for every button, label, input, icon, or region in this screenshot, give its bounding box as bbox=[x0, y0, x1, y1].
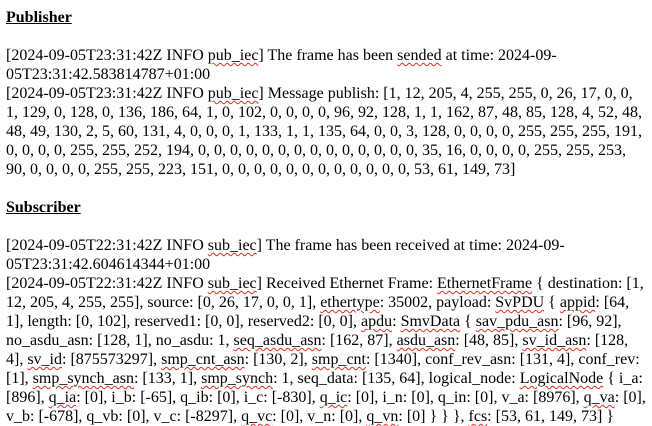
spellcheck-word: smp_synch bbox=[201, 370, 274, 387]
log-text: : [875573297], bbox=[62, 351, 162, 368]
spellcheck-word: ethertype bbox=[320, 294, 380, 311]
log-text: { bbox=[460, 313, 476, 330]
log-text: ] Received Ethernet Frame: bbox=[256, 275, 438, 292]
spellcheck-word: EthernetFrame bbox=[437, 275, 533, 292]
spellcheck-word: q_va bbox=[583, 389, 615, 406]
log-text: { bbox=[544, 294, 560, 311]
publisher-heading: Publisher bbox=[6, 9, 72, 26]
spellcheck-word: sended bbox=[397, 47, 442, 64]
log-line[interactable]: [2024-09-05T23:31:42Z INFO pub_iec] Mess… bbox=[6, 84, 652, 179]
spellcheck-word: SvPDU bbox=[495, 294, 545, 311]
log-line[interactable]: [2024-09-05T23:31:42Z INFO pub_iec] The … bbox=[6, 46, 652, 84]
spellcheck-word: fcs bbox=[468, 408, 488, 425]
subscriber-log: [2024-09-05T22:31:42Z INFO sub_iec] The … bbox=[6, 236, 652, 426]
log-text: : [48, 85], bbox=[455, 332, 523, 349]
subscriber-heading: Subscriber bbox=[6, 199, 81, 216]
spellcheck-word: sub_iec bbox=[207, 237, 257, 254]
log-text: [2024-09-05T22:31:42Z INFO bbox=[6, 237, 208, 254]
document-page: Publisher [2024-09-05T23:31:42Z INFO pub… bbox=[0, 0, 652, 425]
log-line[interactable]: [2024-09-05T22:31:42Z INFO sub_iec] Rece… bbox=[6, 274, 652, 426]
spellcheck-word: asdu_asn bbox=[396, 332, 456, 349]
log-text: : 35002, payload: bbox=[379, 294, 496, 311]
publisher-log: [2024-09-05T23:31:42Z INFO pub_iec] The … bbox=[6, 46, 652, 179]
log-text: [2024-09-05T23:31:42Z INFO bbox=[6, 85, 208, 102]
log-text: [2024-09-05T22:31:42Z INFO bbox=[6, 275, 208, 292]
spellcheck-word: q_vn bbox=[366, 408, 399, 425]
spellcheck-word: LogicalNode bbox=[519, 370, 604, 387]
log-line[interactable]: [2024-09-05T22:31:42Z INFO sub_iec] The … bbox=[6, 236, 652, 274]
spellcheck-word: smp_cnt_asn bbox=[161, 351, 245, 368]
spellcheck-word: seq_asdu_asn bbox=[233, 332, 322, 349]
spellcheck-word: sv_id_asn bbox=[522, 332, 587, 349]
spellcheck-word: q_ic bbox=[319, 389, 348, 406]
log-text: : [0], v_n: [0], bbox=[272, 408, 367, 425]
spellcheck-word: smp_cnt bbox=[311, 351, 366, 368]
log-text: [2024-09-05T23:31:42Z INFO bbox=[6, 47, 208, 64]
log-text: : [133, 1], bbox=[133, 370, 202, 387]
log-text: : [0] } } }, bbox=[398, 408, 469, 425]
log-text: : [130, 2], bbox=[244, 351, 312, 368]
spellcheck-word: smp_synch_asn bbox=[32, 370, 134, 387]
log-text: : [53, 61, 149, 73] } bbox=[487, 408, 614, 425]
log-text: : [162, 87], bbox=[321, 332, 397, 349]
spellcheck-word: appid bbox=[559, 294, 596, 311]
spellcheck-word: sub_iec bbox=[207, 275, 257, 292]
spellcheck-word: apdu bbox=[361, 313, 393, 330]
spellcheck-word: SmvData bbox=[400, 313, 461, 330]
spellcheck-word: pub_iec bbox=[207, 85, 259, 102]
spellcheck-word: q_ia bbox=[48, 389, 77, 406]
log-text: : 1, seq_data: [135, 64], logical_node: bbox=[273, 370, 520, 387]
spellcheck-word: sv_id bbox=[27, 351, 62, 368]
log-text: : [0], i_n: [0], q_in: [0], v_a: [8976], bbox=[347, 389, 584, 406]
log-text: ] The frame has been bbox=[258, 47, 398, 64]
spellcheck-word: sav_pdu_asn bbox=[475, 313, 559, 330]
log-text: : [0], i_b: [-65], q_ib: [0], i_c: [-830… bbox=[76, 389, 320, 406]
spellcheck-word: pub_iec bbox=[207, 47, 259, 64]
spellcheck-word: q_vc bbox=[241, 408, 273, 425]
log-text: : bbox=[392, 313, 401, 330]
